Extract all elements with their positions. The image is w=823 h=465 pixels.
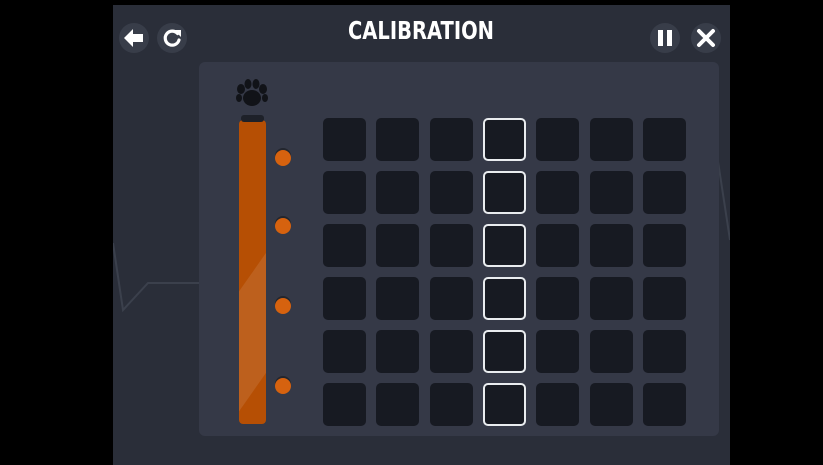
calibration-grid: [323, 118, 687, 426]
grid-cell[interactable]: [430, 277, 473, 320]
grid-cell[interactable]: [323, 383, 366, 426]
grid-cell[interactable]: [376, 330, 419, 373]
meter-marker: [275, 218, 291, 234]
game-screen: CALIBRATION: [113, 5, 730, 465]
meter-marker: [275, 298, 291, 314]
calibration-panel: [199, 62, 719, 436]
grid-cell[interactable]: [376, 118, 419, 161]
grid-cell[interactable]: [323, 277, 366, 320]
grid-cell[interactable]: [643, 383, 686, 426]
paw-icon: [236, 79, 268, 106]
grid-cell[interactable]: [376, 224, 419, 267]
grid-cell[interactable]: [323, 330, 366, 373]
close-icon: [697, 29, 715, 47]
grid-cell[interactable]: [590, 383, 633, 426]
grid-cell[interactable]: [643, 224, 686, 267]
grid-cell[interactable]: [536, 118, 579, 161]
grid-cell[interactable]: [643, 330, 686, 373]
grid-cell[interactable]: [536, 277, 579, 320]
meter-fill: [239, 120, 266, 424]
grid-cell[interactable]: [430, 383, 473, 426]
meter-shine: [239, 234, 266, 424]
grid-cell[interactable]: [376, 171, 419, 214]
restart-icon: [163, 29, 181, 47]
grid-cell[interactable]: [323, 224, 366, 267]
page-title: CALIBRATION: [347, 16, 494, 45]
grid-cell[interactable]: [590, 118, 633, 161]
grid-cell[interactable]: [483, 330, 526, 373]
grid-cell[interactable]: [430, 118, 473, 161]
grid-cell[interactable]: [536, 383, 579, 426]
grid-cell[interactable]: [376, 277, 419, 320]
grid-cell[interactable]: [323, 118, 366, 161]
grid-cell[interactable]: [430, 171, 473, 214]
grid-cell[interactable]: [483, 224, 526, 267]
grid-cell[interactable]: [483, 118, 526, 161]
grid-cell[interactable]: [643, 171, 686, 214]
grid-cell[interactable]: [590, 224, 633, 267]
calibration-meter: [239, 120, 266, 424]
grid-cell[interactable]: [536, 330, 579, 373]
grid-cell[interactable]: [430, 330, 473, 373]
grid-cell[interactable]: [536, 224, 579, 267]
meter-marker: [275, 378, 291, 394]
grid-cell[interactable]: [323, 171, 366, 214]
meter-marker: [275, 150, 291, 166]
grid-cell[interactable]: [590, 277, 633, 320]
grid-cell[interactable]: [643, 277, 686, 320]
grid-cell[interactable]: [430, 224, 473, 267]
grid-cell[interactable]: [536, 171, 579, 214]
grid-cell[interactable]: [483, 277, 526, 320]
meter-cap: [241, 115, 264, 122]
grid-cell[interactable]: [483, 383, 526, 426]
grid-cell[interactable]: [643, 118, 686, 161]
pause-button[interactable]: [650, 23, 680, 53]
grid-cell[interactable]: [590, 330, 633, 373]
back-button[interactable]: [119, 23, 149, 53]
restart-button[interactable]: [157, 23, 187, 53]
grid-cell[interactable]: [483, 171, 526, 214]
top-bar: CALIBRATION: [113, 5, 730, 65]
grid-cell[interactable]: [376, 383, 419, 426]
close-button[interactable]: [691, 23, 721, 53]
back-arrow-icon: [124, 29, 143, 47]
grid-cell[interactable]: [590, 171, 633, 214]
pause-icon: [658, 30, 672, 46]
